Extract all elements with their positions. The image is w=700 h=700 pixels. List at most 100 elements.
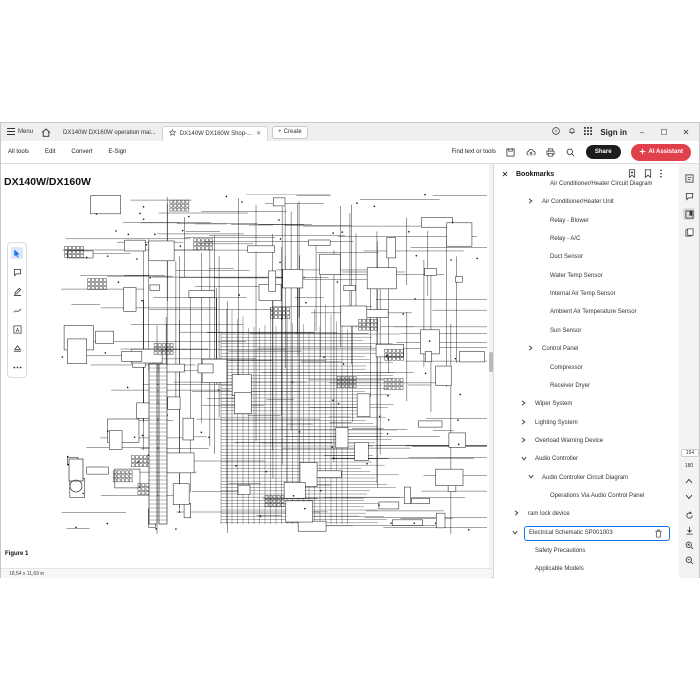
chevron-right-icon[interactable] (514, 510, 519, 518)
hamburger-icon (7, 127, 15, 137)
edit-menu[interactable]: Edit (37, 149, 63, 155)
save-icon[interactable] (506, 147, 516, 157)
stamp-sign-icon[interactable] (11, 342, 23, 354)
pages-icon[interactable] (683, 226, 695, 238)
close-window-icon[interactable]: ✕ (679, 128, 693, 137)
bookmark-label: Water Temp Sensor (550, 272, 603, 279)
bell-icon[interactable] (568, 127, 576, 137)
bookmark-label: Electrical Schematic SP001003 (529, 530, 613, 537)
next-page-icon[interactable] (683, 491, 695, 503)
maximize-icon[interactable]: ☐ (657, 128, 671, 137)
chevron-right-icon[interactable] (528, 198, 533, 206)
bookmark-item[interactable]: Relay - Blower (494, 214, 680, 228)
tab-label: DX140W DX160W Shop-... (179, 130, 253, 137)
bookmarks-panel: ✕ Bookmarks Air Conditioner/Heater Circu… (493, 164, 680, 578)
bookmark-label: ram lock device (528, 511, 570, 518)
sparkle-icon (638, 147, 646, 157)
bookmark-item[interactable]: Compressor (494, 361, 680, 375)
tab-label: DX140W DX160W operation mai... (63, 130, 156, 136)
draw-freehand-icon[interactable] (11, 304, 23, 316)
chat-icon[interactable] (683, 190, 695, 202)
menu-button[interactable]: Menu (1, 123, 39, 141)
esign-menu[interactable]: E-Sign (100, 149, 134, 155)
bookmark-item[interactable]: Safety Precautions (494, 544, 680, 558)
bookmark-item[interactable]: Water Temp Sensor (494, 269, 680, 283)
star-icon[interactable] (168, 128, 176, 138)
document-viewer[interactable]: DX140W/DX160W Figure 1 A (1, 164, 493, 568)
bookmark-item[interactable]: Wiper System (494, 397, 680, 411)
bookmark-item[interactable]: Air Conditioner/Heater Unit (494, 195, 680, 209)
bookmark-item[interactable]: Receiver Dryer (494, 379, 680, 393)
title-bar: Menu DX140W DX160W operation mai... DX14… (1, 123, 699, 141)
search-icon[interactable] (566, 147, 576, 157)
tab-operation-manual[interactable]: DX140W DX160W operation mai... (57, 126, 162, 140)
main-toolbar: All tools Edit Convert E-Sign Find text … (1, 141, 699, 164)
add-comment-icon[interactable] (11, 266, 23, 278)
tab-shop-manual[interactable]: DX140W DX160W Shop-... ✕ (161, 125, 269, 141)
menu-label: Menu (18, 129, 34, 135)
home-icon[interactable] (39, 125, 53, 139)
status-bar: 18,54 x 11,69 in (1, 568, 491, 578)
bookmark-item[interactable]: ram lock device (494, 507, 680, 521)
current-page-input[interactable]: 154 (681, 449, 699, 457)
convert-menu[interactable]: Convert (63, 149, 100, 155)
chevron-right-icon[interactable] (521, 437, 526, 445)
bookmark-item[interactable]: Sun Sensor (494, 324, 680, 338)
create-button[interactable]: + Create (272, 125, 308, 139)
svg-text:A: A (15, 327, 19, 333)
download-icon[interactable] (683, 524, 695, 536)
bookmark-item[interactable]: Operations Via Audio Control Panel (494, 489, 680, 503)
bookmark-item[interactable]: Audio Controller (494, 452, 680, 466)
add-text-icon[interactable]: A (11, 323, 23, 335)
chevron-down-icon[interactable] (528, 474, 534, 481)
ai-assistant-button[interactable]: AI Assistant (630, 143, 691, 161)
bookmark-item[interactable]: Internal Air Temp Sensor (494, 287, 680, 301)
figure-label: Figure 1 (5, 551, 29, 557)
bookmark-label: Applicable Models (535, 566, 584, 573)
print-icon[interactable] (546, 147, 556, 157)
chevron-down-icon[interactable] (521, 456, 527, 463)
minimize-icon[interactable]: – (635, 128, 649, 137)
more-tools-icon[interactable] (11, 361, 23, 373)
bookmark-label: Air Conditioner/Heater Circuit Diagram (550, 181, 653, 187)
bookmark-item-selected[interactable]: Electrical Schematic SP001003 (512, 525, 670, 541)
bookmark-label: Audio Controller (535, 456, 579, 463)
previous-page-icon[interactable] (683, 475, 695, 487)
zoom-in-icon[interactable] (683, 539, 695, 551)
bookmark-item[interactable]: Air Conditioner/Heater Circuit Diagram (494, 177, 680, 191)
chevron-right-icon[interactable] (521, 400, 526, 408)
bookmark-item[interactable]: Control Panel (494, 342, 680, 356)
rotate-icon[interactable] (683, 509, 695, 521)
bookmark-label: Compressor (550, 364, 583, 371)
bookmark-label: Relay - Blower (550, 217, 590, 224)
help-icon[interactable]: ? (552, 127, 561, 137)
apps-grid-icon[interactable] (584, 127, 593, 137)
bookmark-label: Receiver Dryer (550, 382, 591, 389)
zoom-out-icon[interactable] (683, 554, 695, 566)
bookmark-item[interactable]: Audio Controller Circuit Diagram (494, 471, 680, 485)
bookmark-item[interactable]: Lighting System (494, 416, 680, 430)
close-tab-icon[interactable]: ✕ (256, 130, 261, 137)
sign-in-link[interactable]: Sign in (600, 128, 627, 137)
trash-icon[interactable] (654, 529, 663, 538)
upload-cloud-icon[interactable] (526, 147, 536, 157)
bookmark-item[interactable]: Ambient Air Temperature Sensor (494, 305, 680, 319)
bookmark-item[interactable]: Applicable Models (494, 562, 680, 576)
bookmark-label: Sun Sensor (550, 327, 582, 334)
share-button[interactable]: Share (585, 145, 621, 159)
highlight-pen-icon[interactable] (11, 285, 23, 297)
chevron-down-icon[interactable] (512, 530, 518, 537)
bookmarks-rail-icon[interactable] (683, 208, 695, 220)
bookmark-item[interactable]: Overload Warning Device (494, 434, 680, 448)
all-tools-menu[interactable]: All tools (1, 149, 37, 155)
find-text-button[interactable]: Find text or tools (452, 149, 496, 155)
bookmark-item[interactable]: Relay - A/C (494, 232, 680, 246)
bookmark-item[interactable]: Duct Sensor (494, 250, 680, 264)
bookmark-label: Operations Via Audio Control Panel (550, 492, 645, 499)
acrobat-window: Menu DX140W DX160W operation mai... DX14… (0, 122, 700, 578)
bookmark-label: Lighting System (535, 419, 578, 426)
select-cursor-icon[interactable] (11, 247, 23, 259)
chevron-right-icon[interactable] (528, 345, 533, 353)
comment-panel-icon[interactable] (683, 172, 695, 184)
chevron-right-icon[interactable] (521, 418, 526, 427)
